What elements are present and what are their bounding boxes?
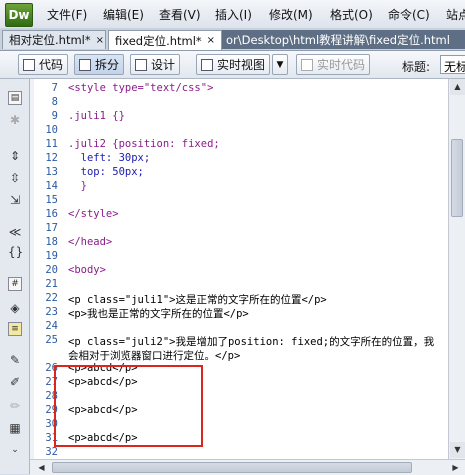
code-line[interactable]: top: 50px; [68,166,144,178]
tab-label: fixed定位.html* [115,33,202,48]
highlight-annotation-box [54,365,203,447]
dreamweaver-logo: Dw [5,3,33,27]
code-line[interactable]: .juli1 {} [68,110,125,122]
design-view-button[interactable]: 设计 [130,54,181,75]
code-line[interactable]: </style> [68,208,119,220]
highlight-invalid-code-icon[interactable]: ◈ [8,301,22,315]
live-view-button[interactable]: 实时视图 [196,54,271,75]
code-line[interactable]: <p class="juli1">这是正常的文字所在的位置</p> [68,292,327,307]
apply-comment-icon[interactable]: ✎ [8,353,22,367]
menu-site[interactable]: 站点 [446,6,465,23]
vertical-scrollbar[interactable]: ▲ ▼ [448,79,465,459]
line-number: 7 [51,82,58,94]
line-number: 25 [45,334,58,346]
line-numbers-icon[interactable]: # [8,277,22,291]
close-icon[interactable]: × [96,35,104,46]
open-documents-icon[interactable]: ▤ [8,91,22,105]
line-number: 12 [45,152,58,164]
live-view-dropdown[interactable]: ▼ [272,54,288,75]
tab-fixed-positioning[interactable]: fixed定位.html* × [108,30,222,50]
fold-margin [30,79,34,459]
code-line[interactable]: <p>我也是正常的文字所在的位置</p> [68,306,249,321]
expand-all-icon[interactable]: ⇲ [8,193,22,207]
balance-braces-icon[interactable]: {} [8,245,23,259]
horizontal-scroll-thumb[interactable] [52,462,412,473]
select-parent-tag-icon[interactable]: ≪ [8,225,22,239]
line-number: 16 [45,208,58,220]
line-number: 21 [45,278,58,290]
code-line[interactable]: <body> [68,264,106,276]
show-code-navigator-icon[interactable]: ✱ [8,113,22,127]
title-input[interactable]: 无标 [440,55,465,74]
code-line[interactable]: <p class="juli2">我是增加了position: fixed;的文… [68,334,434,349]
document-toolbar: 代码 拆分 设计 实时视图 ▼ 实时代码 标题: 无标 [0,51,465,79]
vertical-scroll-thumb[interactable] [451,139,463,217]
live-code-button[interactable]: 实时代码 [296,54,371,75]
line-number: 9 [51,110,58,122]
coding-toolbar: ▤ ✱ ⇕ ⇳ ⇲ ≪ {} # ◈ ≡ ✎ ✐ ✏ ▦ ⌄ [0,79,30,474]
live-view-icon [201,58,213,71]
tab-label: 相对定位.html* [9,33,91,47]
line-number: 23 [45,306,58,318]
line-number: 15 [45,194,58,206]
menu-format[interactable]: 格式(O) [330,6,373,23]
code-line[interactable]: 会相对于浏览器窗口进行定位。</p> [68,348,240,363]
title-label: 标题: [402,60,431,74]
line-number: 20 [45,264,58,276]
collapse-tag-icon[interactable]: ⇕ [8,149,22,163]
code-icon [23,58,35,71]
wrap-tag-icon[interactable]: ✏ [8,399,22,413]
split-view-label: 拆分 [95,58,120,72]
split-icon [79,58,91,71]
line-number: 18 [45,236,58,248]
design-view-label: 设计 [151,58,176,72]
menu-view[interactable]: 查看(V) [159,6,201,23]
recent-snippets-icon[interactable]: ▦ [8,421,22,435]
code-view-label: 代码 [39,58,64,72]
code-line[interactable]: left: 30px; [68,152,151,164]
horizontal-scrollbar[interactable]: ◀ ▶ [30,459,465,475]
line-number: 17 [45,222,58,234]
line-number: 13 [45,166,58,178]
file-path: or\Desktop\html教程讲解\fixed定位.html [222,30,465,49]
menu-file[interactable]: 文件(F) [47,6,87,23]
line-number: 8 [51,96,58,108]
scroll-right-icon[interactable]: ▶ [448,460,463,475]
line-number: 22 [45,292,58,304]
syntax-error-alerts-icon[interactable]: ≡ [8,322,22,336]
close-icon[interactable]: × [207,35,215,46]
line-number: 10 [45,124,58,136]
scroll-left-icon[interactable]: ◀ [34,460,49,475]
menu-commands[interactable]: 命令(C) [388,6,430,23]
line-number: 32 [45,446,58,458]
design-icon [135,58,147,71]
line-number: 14 [45,180,58,192]
code-line[interactable]: .juli2 {position: fixed; [68,138,220,150]
more-tools-chevron-icon[interactable]: ⌄ [8,443,22,457]
line-number: 19 [45,250,58,262]
line-number: 24 [45,320,58,332]
scroll-down-icon[interactable]: ▼ [450,442,465,458]
code-line[interactable]: } [68,180,87,192]
code-line[interactable]: <style type="text/css"> [68,82,213,94]
menu-edit[interactable]: 编辑(E) [103,6,144,23]
scroll-up-icon[interactable]: ▲ [450,79,465,95]
live-code-label: 实时代码 [317,58,366,72]
document-tab-bar: 相对定位.html* × fixed定位.html* × or\Desktop\… [0,28,465,51]
code-line[interactable]: </head> [68,236,112,248]
line-number: 11 [45,138,58,150]
menu-insert[interactable]: 插入(I) [215,6,252,23]
split-view-button[interactable]: 拆分 [74,54,125,75]
live-view-label: 实时视图 [217,58,266,72]
menu-bar: Dw 文件(F) 编辑(E) 查看(V) 插入(I) 修改(M) 格式(O) 命… [0,0,465,29]
code-view-button[interactable]: 代码 [18,54,69,75]
tab-relative-positioning[interactable]: 相对定位.html* × [2,30,106,49]
collapse-selection-icon[interactable]: ⇳ [8,171,22,185]
live-code-icon [301,58,313,71]
remove-comment-icon[interactable]: ✐ [8,375,22,389]
menu-modify[interactable]: 修改(M) [269,6,313,23]
